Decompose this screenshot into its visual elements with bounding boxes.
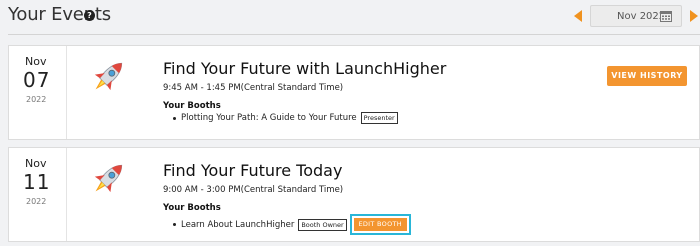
event-month: Nov <box>25 55 47 68</box>
event-card: Nov 11 2022 Find Your Future Today 9:00 … <box>8 147 700 242</box>
event-day: 07 <box>23 68 51 92</box>
date-picker-value: Nov 2022 <box>617 11 666 22</box>
booth-list-item: Learn About LaunchHigher Booth Owner EDI… <box>173 214 411 235</box>
page-title: Your Events <box>8 4 111 25</box>
booth-list-item: Plotting Your Path: A Guide to Your Futu… <box>173 112 398 124</box>
booth-name: Learn About LaunchHigher <box>181 219 295 230</box>
event-year: 2022 <box>26 95 47 104</box>
event-day: 11 <box>23 170 51 194</box>
question-circle-icon[interactable]: ? <box>84 10 95 21</box>
caret-right-icon[interactable] <box>690 10 698 22</box>
event-title[interactable]: Find Your Future with LaunchHigher <box>163 59 446 78</box>
caret-left-icon[interactable] <box>574 10 582 22</box>
rocket-icon <box>94 164 123 193</box>
edit-booth-button[interactable]: EDIT BOOTH <box>353 218 407 231</box>
bullet <box>173 223 176 226</box>
date-divider <box>66 46 67 139</box>
date-divider <box>66 148 67 241</box>
event-time: 9:00 AM - 3:00 PM(Central Standard Time) <box>163 185 344 195</box>
calendar-icon[interactable] <box>660 10 672 22</box>
edit-booth-highlight: EDIT BOOTH <box>349 214 411 235</box>
role-badge: Booth Owner <box>298 218 347 231</box>
page-header: Your Events ? Nov 2022 <box>0 0 700 34</box>
booths-label: Your Booths <box>163 203 221 213</box>
header-divider <box>8 34 700 35</box>
event-card: Nov 07 2022 Find Your Future with Launch… <box>8 45 700 140</box>
bullet <box>173 116 176 120</box>
booth-name: Plotting Your Path: A Guide to Your Futu… <box>181 113 357 123</box>
event-time: 9:45 AM - 1:45 PM(Central Standard Time) <box>163 83 344 93</box>
view-history-button[interactable]: VIEW HISTORY <box>607 66 687 86</box>
event-year: 2022 <box>26 197 47 206</box>
event-date: Nov 11 2022 <box>9 148 65 241</box>
event-month: Nov <box>25 157 47 170</box>
rocket-icon <box>94 62 123 91</box>
event-date: Nov 07 2022 <box>9 46 65 139</box>
role-badge: Presenter <box>360 112 398 124</box>
booths-label: Your Booths <box>163 101 221 111</box>
event-title[interactable]: Find Your Future Today <box>163 161 342 180</box>
month-date-picker[interactable]: Nov 2022 <box>590 5 682 27</box>
